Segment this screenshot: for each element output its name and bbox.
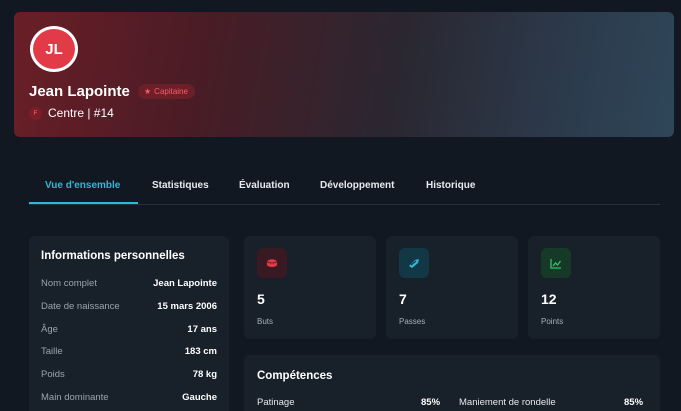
stat-label: Points <box>541 317 564 326</box>
player-name: Jean Lapointe <box>29 83 130 100</box>
tab-bar: Vue d'ensemble Statistiques Évaluation D… <box>29 172 660 205</box>
info-label: Main dominante <box>41 392 109 403</box>
tab-overview[interactable]: Vue d'ensemble <box>45 180 120 191</box>
tab-history[interactable]: Historique <box>426 180 475 191</box>
app-frame: JL Jean Lapointe ★ Capitaine F Centre | … <box>0 0 681 411</box>
info-label: Nom complet <box>41 278 97 289</box>
position-icon: F <box>29 107 42 120</box>
tab-statistics[interactable]: Statistiques <box>152 180 209 191</box>
info-label: Âge <box>41 324 58 335</box>
info-value: 78 kg <box>192 369 217 380</box>
stat-card-goals[interactable]: 5 Buts <box>244 236 376 339</box>
personal-info-title: Informations personnelles <box>41 250 185 262</box>
stat-value: 12 <box>541 291 557 307</box>
active-tab-indicator <box>29 202 138 204</box>
stat-value: 5 <box>257 291 265 307</box>
info-value: 183 cm <box>184 346 217 357</box>
skill-value: 85% <box>421 397 441 408</box>
info-label: Date de naissance <box>41 301 120 312</box>
personal-info-card: Informations personnelles Nom complet Je… <box>29 236 229 411</box>
info-label: Taille <box>41 346 63 357</box>
info-value: 15 mars 2006 <box>157 301 217 312</box>
info-value: 17 ans <box>187 324 217 335</box>
stat-label: Passes <box>399 317 426 326</box>
stat-card-points[interactable]: 12 Points <box>528 236 660 339</box>
passes-icon <box>399 248 429 278</box>
info-value: Gauche <box>182 392 217 403</box>
captain-badge-label: Capitaine <box>154 87 188 96</box>
skill-label: Maniement de rondelle <box>459 397 556 408</box>
trend-icon <box>541 248 571 278</box>
tab-evaluation[interactable]: Évaluation <box>239 180 290 191</box>
skill-label: Patinage <box>257 397 295 408</box>
stat-value: 7 <box>399 291 407 307</box>
info-label: Poids <box>41 369 65 380</box>
avatar[interactable]: JL <box>30 26 78 72</box>
stat-label: Buts <box>257 317 274 326</box>
captain-badge: ★ Capitaine <box>138 84 195 99</box>
skills-card: Compétences Patinage 85% Maniement de ro… <box>244 355 660 411</box>
stat-card-assists[interactable]: 7 Passes <box>386 236 518 339</box>
info-value: Jean Lapointe <box>153 278 217 289</box>
tab-development[interactable]: Développement <box>320 180 394 191</box>
skill-value: 85% <box>624 397 644 408</box>
star-icon: ★ <box>144 87 152 96</box>
position-number: Centre | #14 <box>48 106 114 120</box>
skills-title: Compétences <box>257 370 333 382</box>
puck-icon <box>257 248 287 278</box>
